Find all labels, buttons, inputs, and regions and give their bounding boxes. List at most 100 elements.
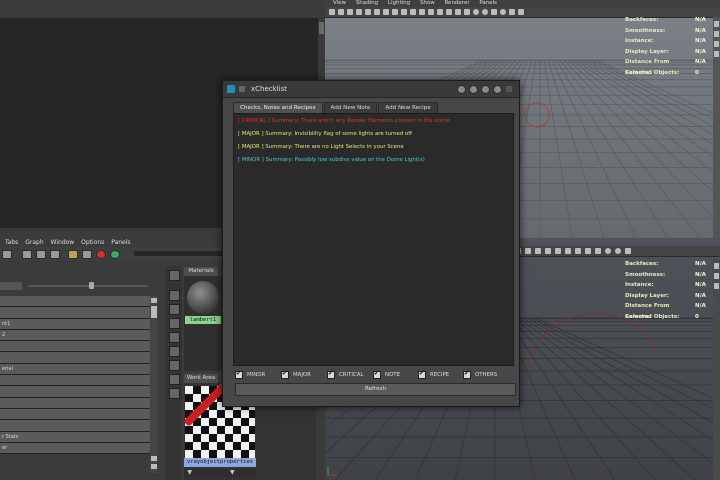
pin-icon[interactable] <box>714 21 719 27</box>
layout-icon[interactable] <box>714 263 719 269</box>
close-icon[interactable] <box>493 85 502 94</box>
tab-materials[interactable]: Materials <box>184 267 218 276</box>
menu-view[interactable]: View <box>333 0 346 6</box>
scroll-down-icon[interactable] <box>151 456 157 461</box>
medium-icons-icon[interactable] <box>169 318 180 329</box>
sort-icon[interactable] <box>169 388 180 399</box>
film-gate-icon[interactable] <box>356 9 362 15</box>
checkbox-icon[interactable] <box>235 370 243 379</box>
antialias-icon[interactable] <box>509 9 515 15</box>
checklist-results[interactable]: [ CRITICAL ] Summary: There aren't any R… <box>233 113 514 366</box>
list-item[interactable] <box>0 420 150 432</box>
ambient-occlusion-icon[interactable] <box>500 9 506 15</box>
material-name-label[interactable]: lambert1 <box>185 316 221 324</box>
restore-icon[interactable] <box>481 85 490 94</box>
menu-panels[interactable]: Panels <box>111 239 130 246</box>
help-icon[interactable] <box>457 85 466 94</box>
resolution-gate-icon[interactable] <box>365 9 371 15</box>
xray-joints-icon[interactable] <box>446 9 452 15</box>
smooth-shade-icon[interactable] <box>392 9 398 15</box>
attribute-list-scrollbar[interactable] <box>150 296 158 473</box>
arrow-icon[interactable] <box>22 250 32 259</box>
menu-icon[interactable] <box>239 86 245 92</box>
layout-icon[interactable] <box>714 31 719 37</box>
minimize-icon[interactable] <box>469 85 478 94</box>
list-item[interactable]: er <box>0 442 150 455</box>
xray-icon[interactable] <box>437 9 443 15</box>
bookmark-icon[interactable] <box>338 9 344 15</box>
list-item[interactable] <box>0 352 150 364</box>
list-item[interactable] <box>0 386 150 398</box>
list-item[interactable] <box>0 307 150 319</box>
filter-recipe-checkbox[interactable]: RECIPE <box>418 370 449 380</box>
list-item[interactable]: 2 <box>0 329 150 342</box>
arrow-icon[interactable] <box>36 250 46 259</box>
depth-of-field-icon[interactable] <box>518 9 524 15</box>
clear-icon[interactable] <box>82 250 92 259</box>
scroll-down-icon[interactable] <box>151 464 157 469</box>
zoom-slider-track[interactable] <box>28 285 148 287</box>
menu-renderer[interactable]: Renderer <box>444 0 469 6</box>
node-expand-arrows[interactable]: ▼ ▼ <box>184 469 256 477</box>
list-item[interactable] <box>0 408 150 421</box>
record-icon[interactable] <box>96 250 106 259</box>
menu-panels[interactable]: Panels <box>479 0 497 6</box>
checkbox-icon[interactable] <box>281 370 289 379</box>
menu-window[interactable]: Window <box>51 239 75 246</box>
isolate-icon[interactable] <box>428 9 434 15</box>
filter-minor-checkbox[interactable]: MINOR <box>235 370 265 380</box>
sphere-icon[interactable] <box>482 9 488 15</box>
tab-work-area[interactable]: Work Area <box>184 374 218 383</box>
safe-action-icon[interactable] <box>374 9 380 15</box>
list-view-icon[interactable] <box>169 290 180 301</box>
camera-icon[interactable] <box>329 9 335 15</box>
menu-options[interactable]: Options <box>81 239 104 246</box>
filter-field[interactable] <box>0 282 22 290</box>
grid-icon[interactable] <box>525 248 531 254</box>
lights-icon[interactable] <box>595 248 601 254</box>
sphere-icon[interactable] <box>615 248 621 254</box>
checkbox-icon[interactable] <box>373 370 381 379</box>
arrow-icon[interactable] <box>50 250 60 259</box>
layout-icon[interactable] <box>2 250 12 259</box>
filter-others-checkbox[interactable]: OTHERS <box>463 370 497 380</box>
resolution-gate-icon[interactable] <box>545 248 551 254</box>
refresh-button[interactable]: Refresh <box>235 383 516 396</box>
scroll-thumb[interactable] <box>319 22 324 34</box>
hardware-render-icon[interactable] <box>464 9 470 15</box>
message-critical[interactable]: [ CRITICAL ] Summary: There aren't any R… <box>238 118 450 124</box>
options-icon[interactable] <box>506 86 512 92</box>
textures-icon[interactable] <box>455 9 461 15</box>
scroll-thumb[interactable] <box>151 306 157 318</box>
tab-add-new-recipe[interactable]: Add New Recipe <box>378 102 438 113</box>
checkbox-icon[interactable] <box>327 370 335 379</box>
list-item[interactable] <box>0 375 150 387</box>
wireframe-icon[interactable] <box>383 9 389 15</box>
large-icons-icon[interactable] <box>169 332 180 343</box>
layout-icon[interactable] <box>714 41 719 47</box>
list-item[interactable] <box>0 397 150 409</box>
film-gate-icon[interactable] <box>535 248 541 254</box>
message-major[interactable]: [ MAJOR ] Summary: Invisibility flag of … <box>238 131 412 137</box>
layout-icon[interactable] <box>714 283 719 289</box>
menu-tabs[interactable]: Tabs <box>5 239 18 246</box>
menu-lighting[interactable]: Lighting <box>388 0 410 6</box>
zoom-slider-handle[interactable] <box>89 282 94 289</box>
sort-icon[interactable] <box>169 360 180 371</box>
tab-add-new-note[interactable]: Add New Note <box>323 102 378 113</box>
filter-major-checkbox[interactable]: MAJOR <box>281 370 311 380</box>
lights-icon[interactable] <box>410 9 416 15</box>
menu-shading[interactable]: Shading <box>356 0 378 6</box>
small-icons-icon[interactable] <box>169 304 180 315</box>
safe-action-icon[interactable] <box>555 248 561 254</box>
gamma-icon[interactable] <box>491 9 497 15</box>
list-item[interactable]: nt1 <box>0 318 150 330</box>
grid-view-icon[interactable] <box>169 270 180 281</box>
sort-icon[interactable] <box>169 374 180 385</box>
shadows-icon[interactable] <box>419 9 425 15</box>
smooth-shade-icon[interactable] <box>575 248 581 254</box>
gamma-icon[interactable] <box>625 248 631 254</box>
menu-show[interactable]: Show <box>420 0 435 6</box>
sort-icon[interactable] <box>169 346 180 357</box>
list-item[interactable] <box>0 341 150 353</box>
